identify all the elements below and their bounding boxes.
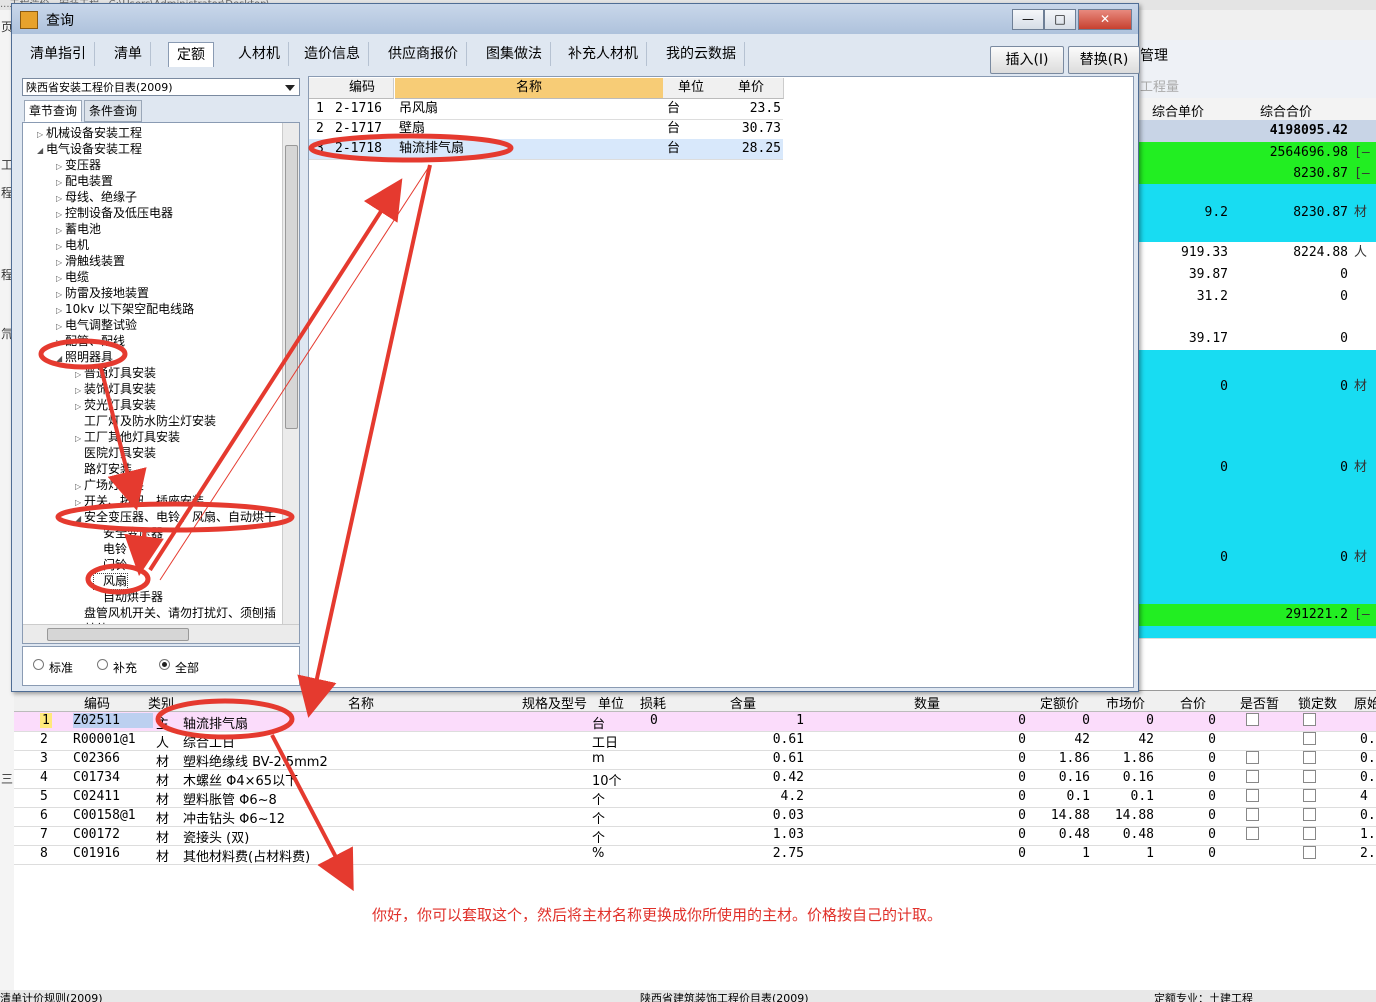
annotation-note: 你好，你可以套取这个，然后将主材名称更换成你所使用的主材。价格按自己的计取。 — [372, 906, 943, 924]
arrow-line — [98, 363, 147, 511]
highlight-ellipse — [38, 338, 128, 370]
arrow-line — [297, 164, 432, 718]
highlight-ellipse — [55, 501, 295, 533]
highlight-ellipse — [85, 563, 151, 595]
highlight-ellipse — [155, 698, 295, 740]
annotation-overlay — [38, 133, 514, 892]
arrow-line — [124, 527, 164, 576]
highlight-ellipse — [308, 133, 514, 163]
arrow-line — [159, 164, 431, 581]
arrow-line — [270, 734, 354, 892]
